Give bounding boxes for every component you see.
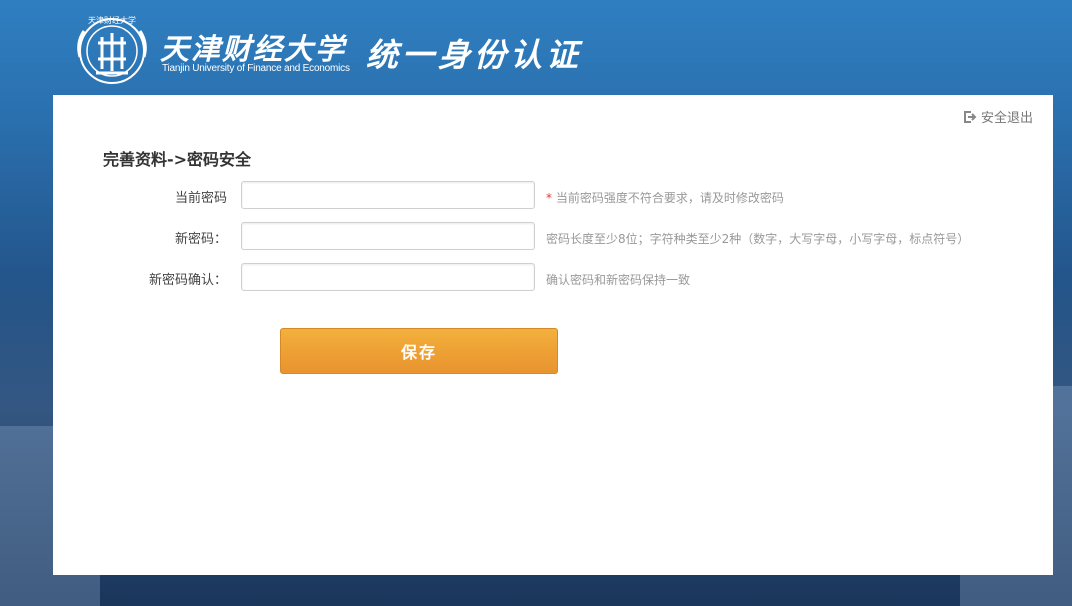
university-name: 天津财经大学: [160, 32, 347, 66]
current-password-input[interactable]: [241, 181, 535, 209]
logout-icon: [963, 110, 977, 123]
logout-link[interactable]: 安全退出: [963, 107, 1033, 126]
current-password-hint-text: 当前密码强度不符合要求，请及时修改密码: [555, 191, 784, 205]
university-name-en: Tianjin University of Finance and Econom…: [162, 63, 350, 74]
current-password-row: 当前密码 * 当前密码强度不符合要求，请及时修改密码: [53, 181, 1053, 211]
section-title: 完善资料->密码安全: [103, 150, 252, 169]
current-password-hint: * 当前密码强度不符合要求，请及时修改密码: [546, 189, 784, 206]
new-password-hint: 密码长度至少8位；字符种类至少2种（数字，大写字母，小写字母，标点符号）: [546, 232, 970, 246]
svg-text:天津财经大学: 天津财经大学: [88, 15, 136, 25]
new-password-row: 新密码： 密码长度至少8位；字符种类至少2种（数字，大写字母，小写字母，标点符号…: [53, 222, 1053, 252]
confirm-password-row: 新密码确认： 确认密码和新密码保持一致: [53, 263, 1053, 293]
new-password-label: 新密码：: [174, 232, 227, 247]
system-title: 统一身份认证: [366, 36, 583, 74]
confirm-password-input[interactable]: [241, 263, 535, 291]
logout-label: 安全退出: [980, 111, 1033, 126]
save-button[interactable]: 保存: [280, 328, 558, 374]
new-password-input[interactable]: [241, 222, 535, 250]
confirm-password-hint: 确认密码和新密码保持一致: [546, 273, 691, 287]
header: 天津财经大学 天津财经大学 Tianjin University of Fina…: [0, 0, 1072, 95]
main-panel: 安全退出 完善资料->密码安全 当前密码 * 当前密码强度不符合要求，请及时修改…: [53, 95, 1053, 575]
required-star: *: [546, 191, 552, 205]
university-emblem-icon: 天津财经大学: [77, 15, 147, 84]
current-password-label: 当前密码: [174, 191, 227, 206]
confirm-password-label: 新密码确认：: [148, 273, 227, 288]
